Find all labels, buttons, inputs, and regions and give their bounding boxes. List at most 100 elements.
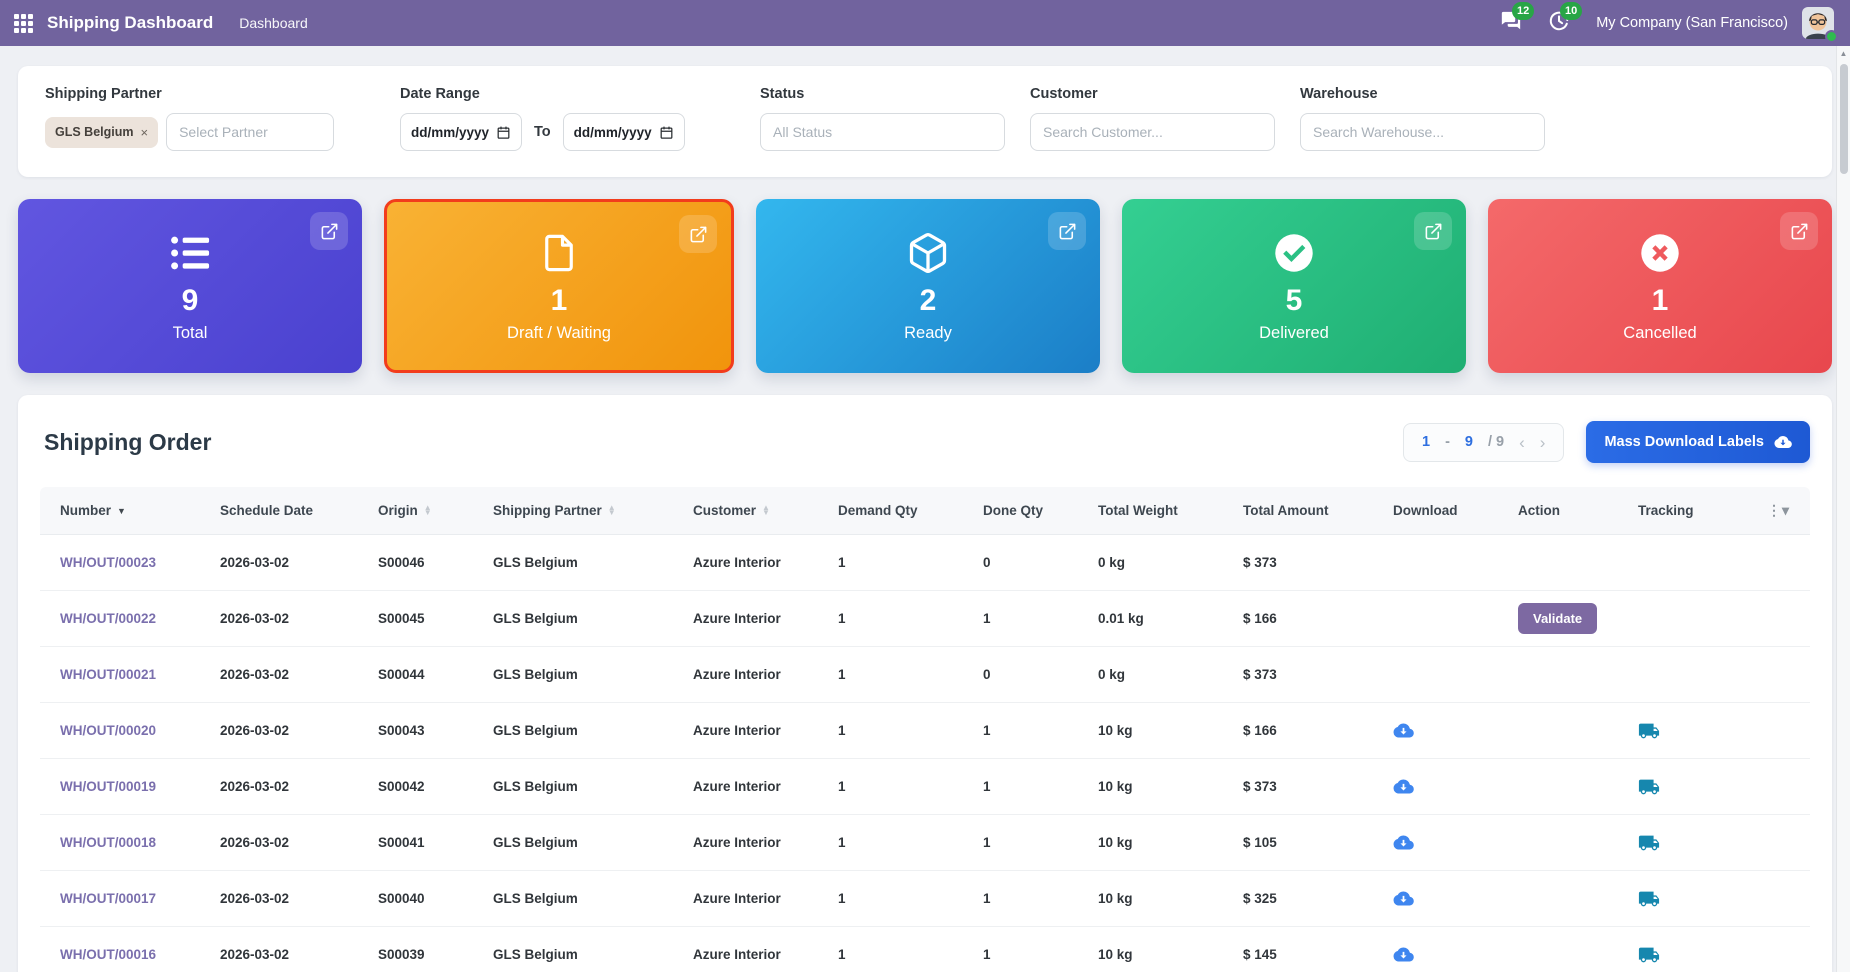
page-range-separator: - xyxy=(1445,434,1450,450)
next-page-button[interactable]: › xyxy=(1540,434,1546,451)
scrollbar-up-arrow[interactable]: ▲ xyxy=(1837,46,1850,58)
messages-button[interactable]: 12 xyxy=(1500,10,1522,37)
external-link-icon[interactable] xyxy=(1414,212,1452,250)
cell-total-amount: $ 373 xyxy=(1243,555,1393,570)
tracking-truck-icon[interactable] xyxy=(1638,944,1753,966)
scrollbar-thumb[interactable] xyxy=(1840,64,1848,174)
cell-origin: S00039 xyxy=(378,947,493,962)
stat-cards-row: 9 Total 1Draft / Waiting2Ready5Delivered 1 C… xyxy=(18,199,1832,373)
stat-card-total[interactable]: 9 Total xyxy=(18,199,362,373)
cell-origin: S00046 xyxy=(378,555,493,570)
download-label-icon[interactable] xyxy=(1393,944,1518,965)
cell-total-weight: 0.01 kg xyxy=(1098,611,1243,626)
cell-origin: S00042 xyxy=(378,779,493,794)
order-number-link[interactable]: WH/OUT/00017 xyxy=(60,891,156,906)
external-link-icon[interactable] xyxy=(310,212,348,250)
stat-card-delivered[interactable]: 5Delivered xyxy=(1122,199,1466,373)
activities-button[interactable]: 10 xyxy=(1548,10,1570,37)
cell-number: WH/OUT/00022 xyxy=(60,611,220,626)
column-header-download: Download xyxy=(1393,503,1518,518)
stat-card-label: Cancelled xyxy=(1623,324,1696,343)
cell-origin: S00044 xyxy=(378,667,493,682)
stat-card-draft-waiting[interactable]: 1Draft / Waiting xyxy=(384,199,734,373)
cell-demand-qty: 1 xyxy=(838,947,983,962)
stat-card-ready[interactable]: 2Ready xyxy=(756,199,1100,373)
download-label-icon[interactable] xyxy=(1393,776,1518,797)
order-number-link[interactable]: WH/OUT/00018 xyxy=(60,835,156,850)
external-link-icon[interactable] xyxy=(1780,212,1818,250)
cell-demand-qty: 1 xyxy=(838,835,983,850)
cell-schedule-date: 2026-03-02 xyxy=(220,555,378,570)
cell-total-amount: $ 325 xyxy=(1243,891,1393,906)
cell-shipping-partner: GLS Belgium xyxy=(493,667,693,682)
optional-columns-icon[interactable]: ⋮▾ xyxy=(1767,502,1790,519)
cell-done-qty: 1 xyxy=(983,835,1098,850)
remove-tag-icon[interactable]: × xyxy=(140,125,148,140)
column-label: Total Amount xyxy=(1243,503,1328,518)
tracking-truck-icon[interactable] xyxy=(1638,832,1753,854)
column-header-shipping-partner[interactable]: Shipping Partner▲▼ xyxy=(493,503,693,518)
download-label-icon[interactable] xyxy=(1393,720,1518,741)
warehouse-search-input[interactable] xyxy=(1300,113,1545,151)
column-header-action: Action xyxy=(1518,503,1638,518)
table-row: WH/OUT/000172026-03-02S00040GLS BelgiumA… xyxy=(40,871,1810,927)
download-label-icon[interactable] xyxy=(1393,888,1518,909)
date-from-input[interactable]: dd/mm/yyyy xyxy=(400,113,522,151)
customer-search-input[interactable] xyxy=(1030,113,1275,151)
prev-page-button[interactable]: ‹ xyxy=(1519,434,1525,451)
column-header-customer[interactable]: Customer▲▼ xyxy=(693,503,838,518)
tracking-truck-icon[interactable] xyxy=(1638,720,1753,742)
mass-download-labels-button[interactable]: Mass Download Labels xyxy=(1586,421,1810,463)
download-label-icon[interactable] xyxy=(1393,832,1518,853)
cell-total-weight: 10 kg xyxy=(1098,835,1243,850)
vertical-scrollbar[interactable]: ▲ xyxy=(1836,46,1850,972)
cell-total-weight: 10 kg xyxy=(1098,723,1243,738)
cell-done-qty: 0 xyxy=(983,555,1098,570)
order-number-link[interactable]: WH/OUT/00016 xyxy=(60,947,156,962)
stat-card-label: Total xyxy=(173,324,208,343)
date-to-label: To xyxy=(534,124,551,140)
validate-button[interactable]: Validate xyxy=(1518,603,1597,634)
external-link-icon[interactable] xyxy=(679,215,717,253)
menu-dashboard[interactable]: Dashboard xyxy=(239,15,308,31)
order-number-link[interactable]: WH/OUT/00021 xyxy=(60,667,156,682)
external-link-icon[interactable] xyxy=(1048,212,1086,250)
order-number-link[interactable]: WH/OUT/00022 xyxy=(60,611,156,626)
tracking-truck-icon[interactable] xyxy=(1638,776,1753,798)
tracking-truck-icon[interactable] xyxy=(1638,888,1753,910)
status-input[interactable] xyxy=(760,113,1005,151)
file-icon xyxy=(538,230,580,276)
table-row: WH/OUT/000222026-03-02S00045GLS BelgiumA… xyxy=(40,591,1810,647)
column-header-number[interactable]: Number ▼ xyxy=(60,503,220,518)
stat-card-cancelled[interactable]: 1 Cancelled xyxy=(1488,199,1832,373)
cell-done-qty: 1 xyxy=(983,611,1098,626)
cell-number: WH/OUT/00023 xyxy=(60,555,220,570)
calendar-icon xyxy=(496,125,511,140)
date-to-input[interactable]: dd/mm/yyyy xyxy=(563,113,685,151)
partner-tag-label: GLS Belgium xyxy=(55,125,133,139)
table-row: WH/OUT/000192026-03-02S00042GLS BelgiumA… xyxy=(40,759,1810,815)
column-label: Number xyxy=(60,503,111,518)
sort-icon: ▲▼ xyxy=(762,506,770,516)
column-label: Done Qty xyxy=(983,503,1043,518)
filter-shipping-partner: Shipping Partner GLS Belgium × xyxy=(45,86,334,151)
column-header-origin[interactable]: Origin▲▼ xyxy=(378,503,493,518)
filter-warehouse: Warehouse xyxy=(1300,86,1545,151)
stat-card-value: 5 xyxy=(1286,284,1303,318)
company-switcher[interactable]: My Company (San Francisco) xyxy=(1596,15,1788,31)
cell-done-qty: 1 xyxy=(983,723,1098,738)
apps-grid-icon[interactable] xyxy=(14,14,33,33)
cell-schedule-date: 2026-03-02 xyxy=(220,723,378,738)
cell-total-amount: $ 166 xyxy=(1243,723,1393,738)
order-number-link[interactable]: WH/OUT/00023 xyxy=(60,555,156,570)
customer-label: Customer xyxy=(1030,86,1275,102)
app-title[interactable]: Shipping Dashboard xyxy=(47,13,213,33)
sort-desc-icon: ▼ xyxy=(117,506,126,516)
stat-card-value: 1 xyxy=(1652,284,1669,318)
stat-card-value: 9 xyxy=(182,284,199,318)
order-number-link[interactable]: WH/OUT/00019 xyxy=(60,779,156,794)
partner-search-input[interactable] xyxy=(166,113,334,151)
pagination: 1 - 9 / 9 ‹ › xyxy=(1403,423,1564,462)
user-avatar[interactable] xyxy=(1802,7,1834,39)
order-number-link[interactable]: WH/OUT/00020 xyxy=(60,723,156,738)
